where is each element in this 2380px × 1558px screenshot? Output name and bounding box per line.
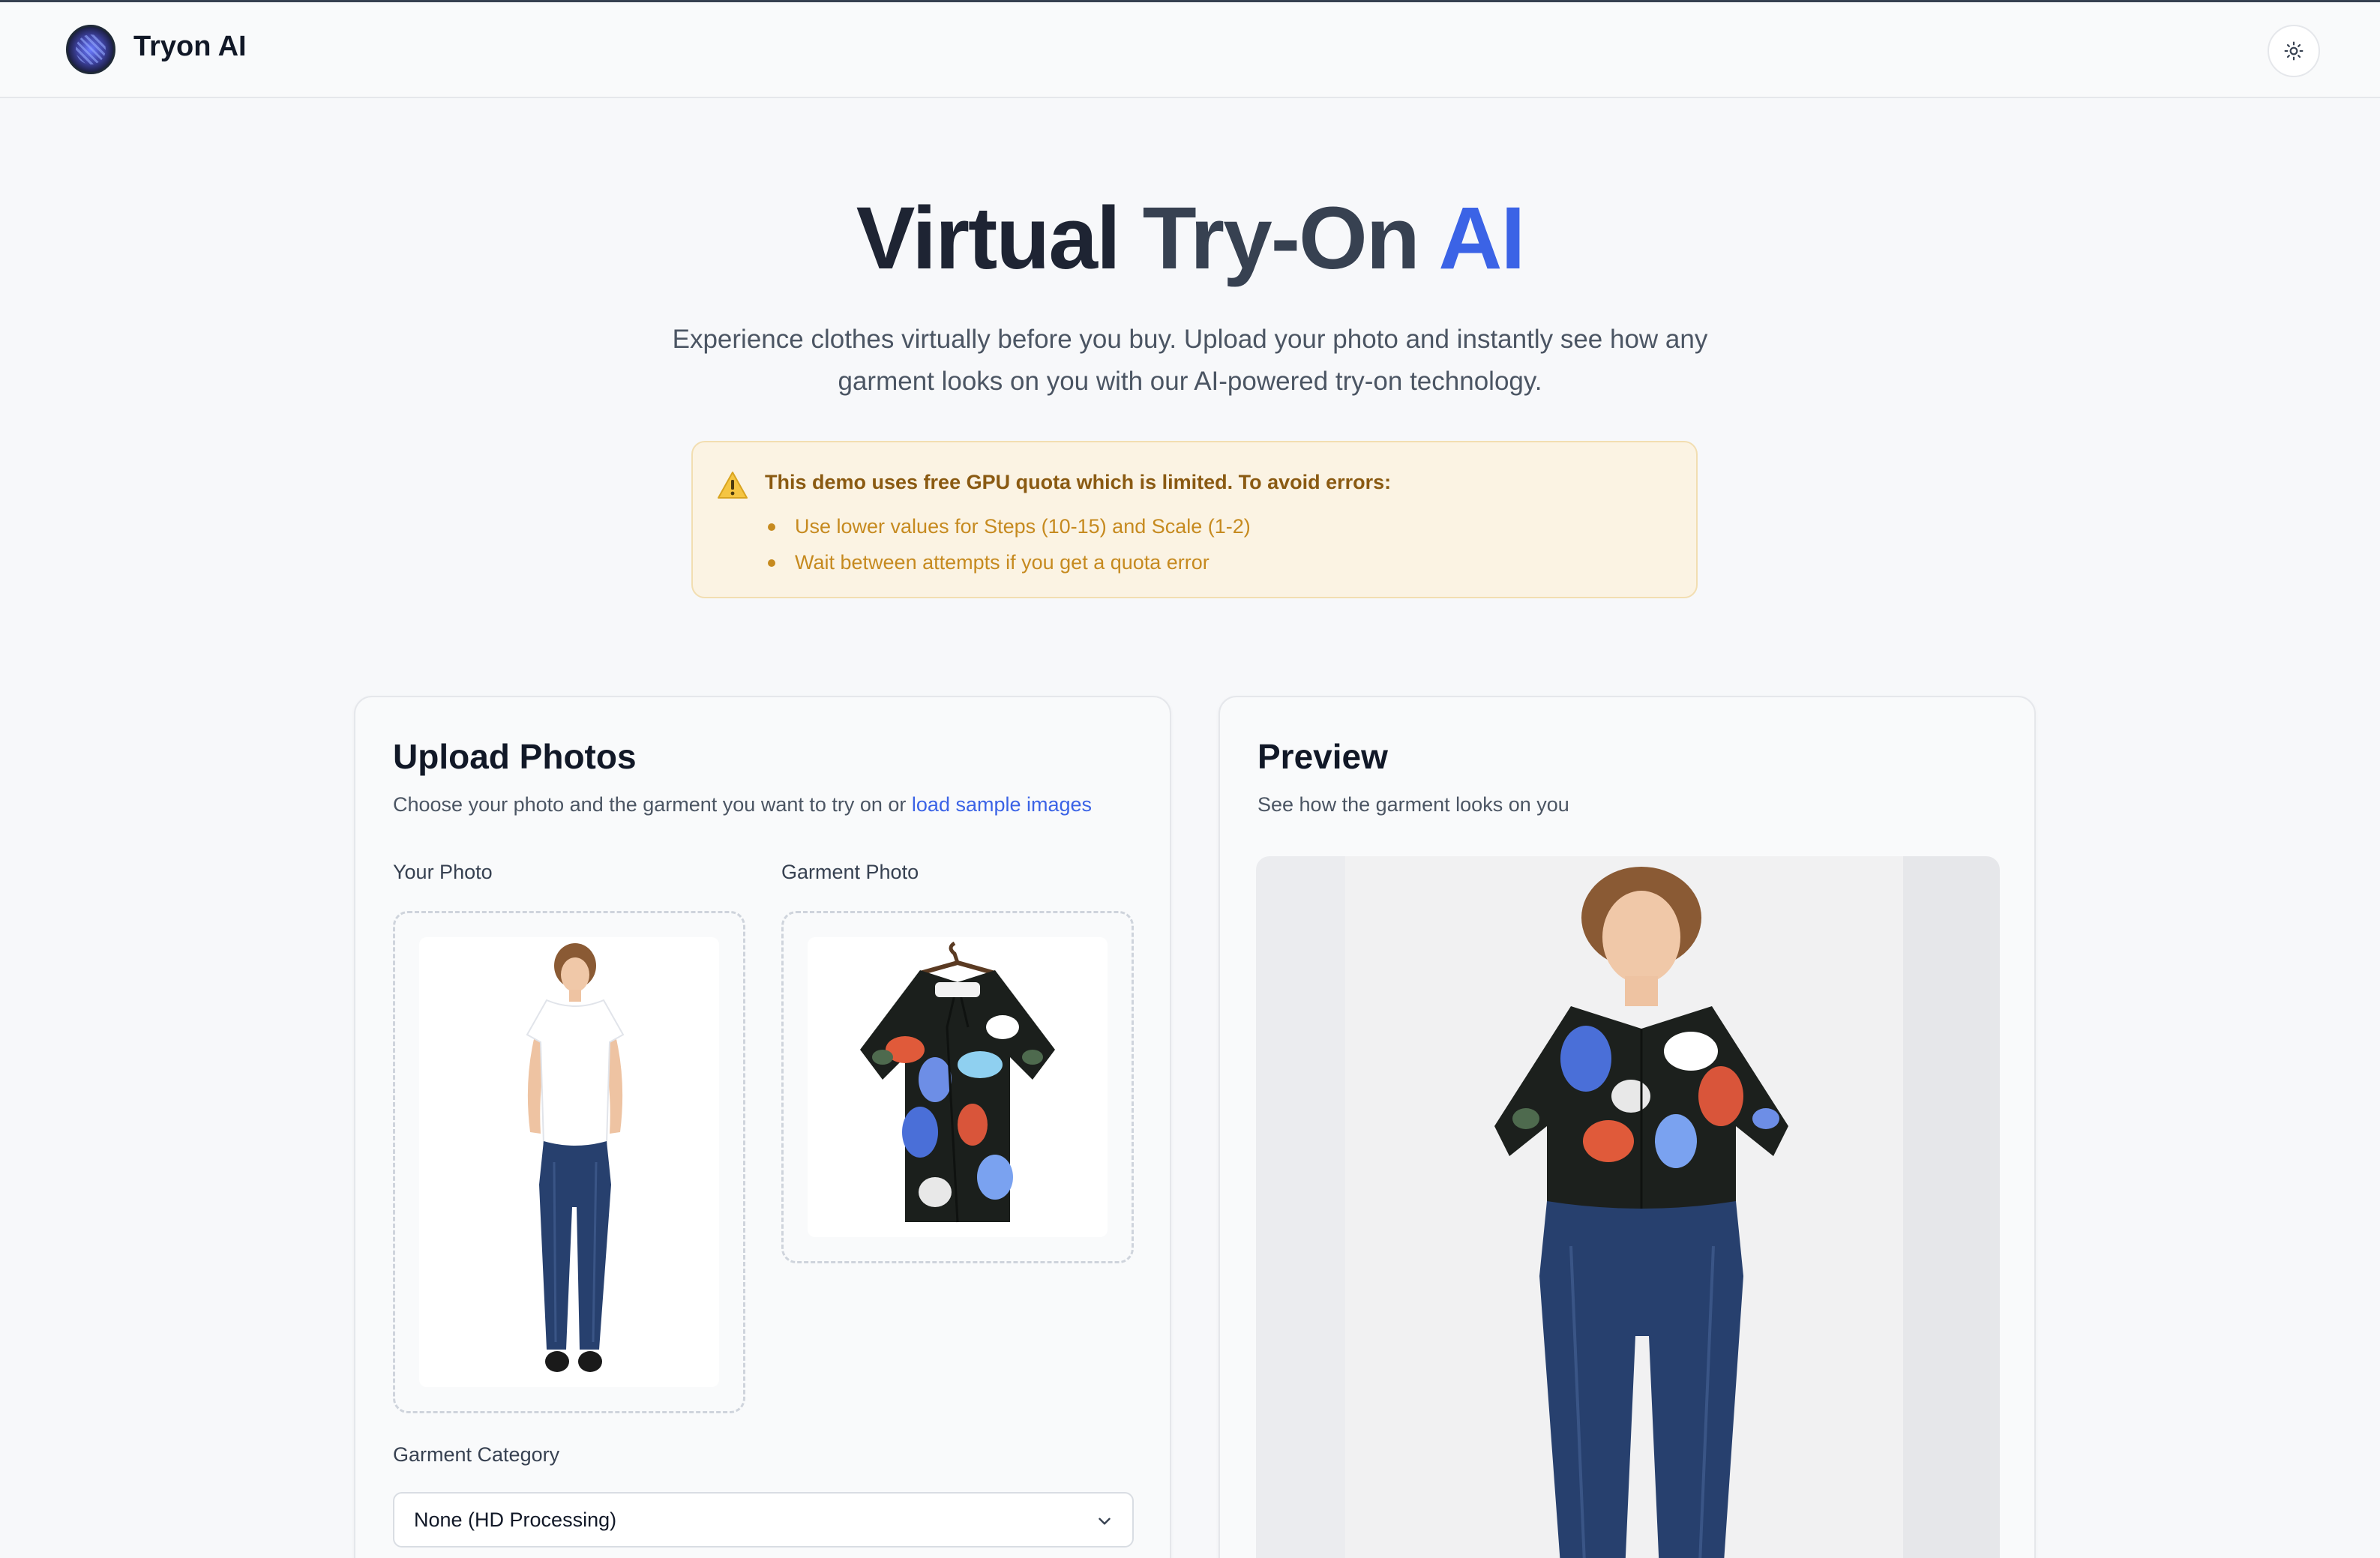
theme-toggle-button[interactable] [2268,25,2320,77]
subtitle-line-2: garment looks on you with our AI-powered… [838,367,1542,396]
quota-warning-banner: This demo uses free GPU quota which is l… [691,441,1698,598]
result-image [1494,867,1788,1558]
page-subtitle: Experience clothes virtually before you … [665,319,1715,403]
chevron-down-icon [1099,1518,1111,1525]
page-title: Virtual Try-On AI [0,187,2380,289]
load-sample-images-link[interactable]: load sample images [912,793,1092,816]
subtitle-line-1: Experience clothes virtually before you … [672,325,1708,354]
garment-category-select[interactable]: None (HD Processing) [393,1492,1134,1548]
warning-item: Use lower values for Steps (10-15) and S… [765,511,1251,547]
warning-icon [718,472,748,499]
person-image [526,943,625,1372]
your-photo-preview [419,937,719,1387]
garment-category-value: None (HD Processing) [414,1509,617,1531]
warning-title: This demo uses free GPU quota which is l… [765,471,1392,493]
upload-photos-card: Upload Photos Choose your photo and the … [354,696,1171,1558]
upload-description-text: Choose your photo and the garment you wa… [393,793,912,816]
preview-card-description: See how the garment looks on you [1257,793,1569,816]
garment-photo-preview [808,937,1108,1237]
upload-card-description: Choose your photo and the garment you wa… [393,793,1092,816]
title-word-tryon: Try-On [1142,189,1420,288]
app-name: Tryon AI [133,31,247,62]
your-photo-dropzone[interactable] [393,911,745,1413]
title-word-virtual: Virtual [856,189,1121,288]
upload-card-title: Upload Photos [393,737,637,776]
title-word-ai: AI [1438,189,1525,288]
garment-photo-dropzone[interactable] [781,911,1134,1263]
warning-item: Wait between attempts if you get a quota… [765,547,1251,583]
garment-image [860,941,1055,1223]
preview-card: Preview See how the garment looks on you [1218,696,2036,1558]
app-header: Tryon AI [0,2,2380,98]
tryon-result-image [1256,856,2000,1558]
app-logo[interactable] [66,25,115,74]
preview-card-title: Preview [1257,737,1388,776]
sun-icon [2284,41,2304,61]
garment-category-label: Garment Category [393,1443,560,1466]
warning-list: Use lower values for Steps (10-15) and S… [765,511,1251,583]
garment-photo-label: Garment Photo [781,861,919,883]
your-photo-label: Your Photo [393,861,493,883]
